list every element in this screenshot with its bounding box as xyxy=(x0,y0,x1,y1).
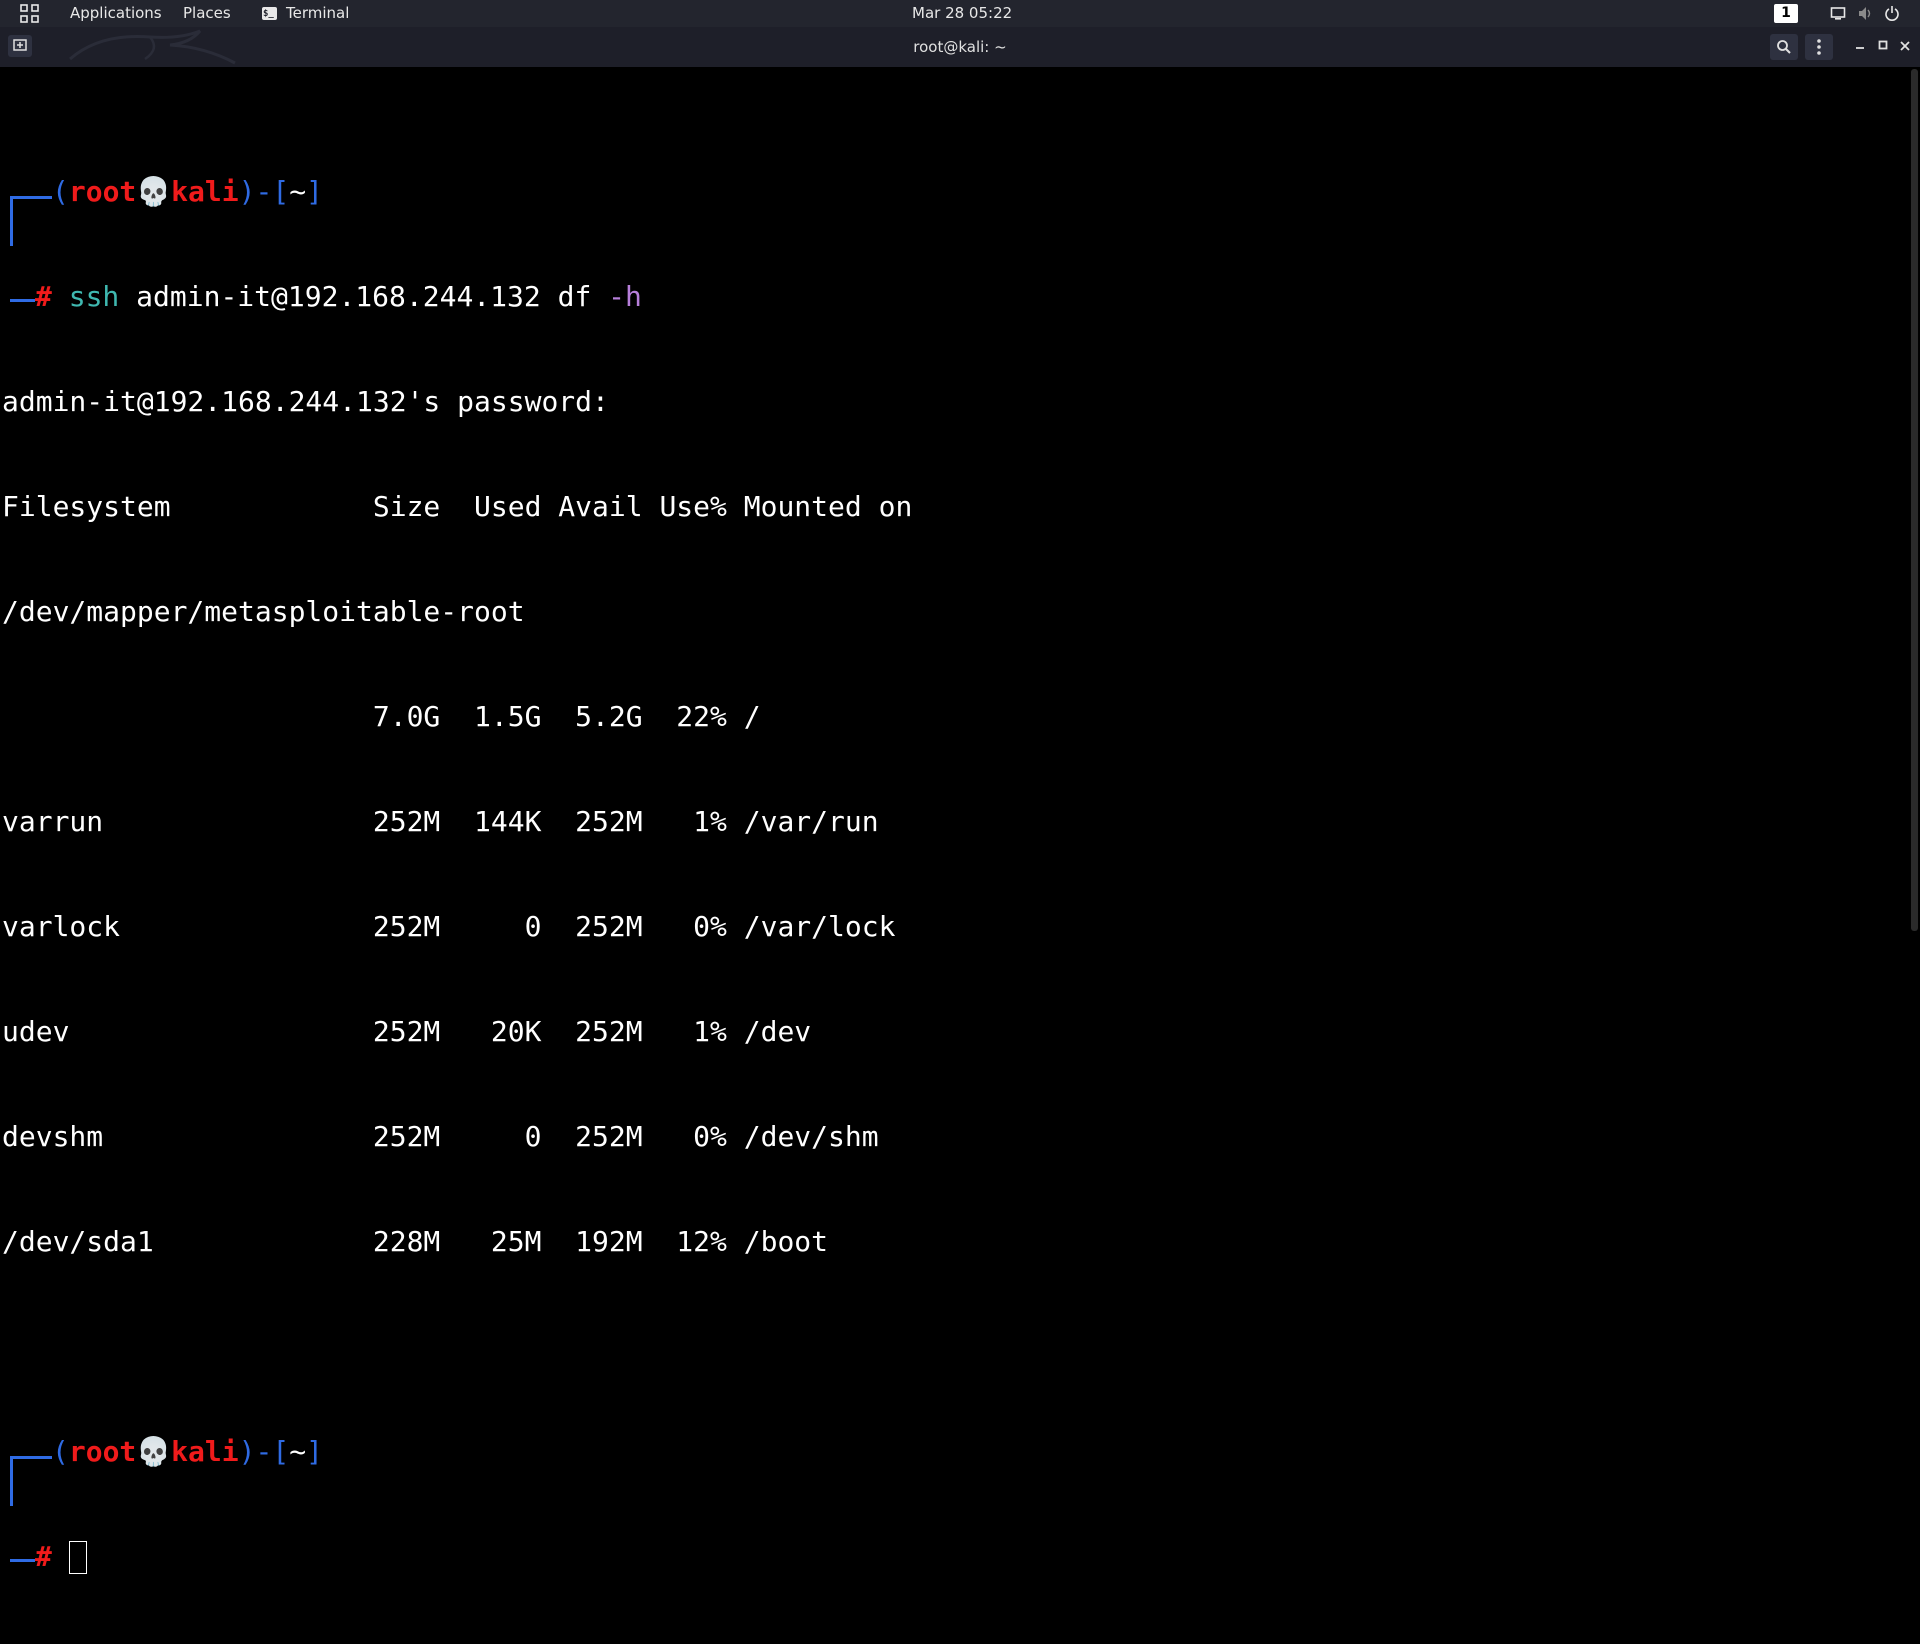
prompt-separator: )-[ xyxy=(238,1435,290,1468)
menu-button[interactable] xyxy=(1805,34,1833,60)
prompt-dir: ~ xyxy=(289,1435,307,1468)
top-panel: Applications Places Terminal Mar 28 05:2… xyxy=(0,0,1920,28)
command-name: ssh xyxy=(68,280,120,313)
prompt-user: root xyxy=(68,1435,137,1468)
df-header-row: Filesystem Size Used Avail Use% Mounted … xyxy=(2,490,913,523)
prompt-host: kali xyxy=(171,175,239,208)
command-args: admin-it@192.168.244.132 df xyxy=(119,280,609,313)
df-row: varrun 252M 144K 252M 1% /var/run xyxy=(2,805,879,838)
df-row: varlock 252M 0 252M 0% /var/lock xyxy=(2,910,896,943)
scrollbar[interactable] xyxy=(1911,69,1918,931)
skull-icon: 💀 xyxy=(136,1435,172,1468)
command-flag: -h xyxy=(608,280,642,313)
df-row: udev 252M 20K 252M 1% /dev xyxy=(2,1015,812,1048)
prompt-separator: )-[ xyxy=(238,175,290,208)
prompt-line-1: (root💀kali)-[~] xyxy=(2,174,912,246)
taskbar-terminal-button[interactable]: Terminal xyxy=(262,0,350,28)
prompt-line-2: (root💀kali)-[~] xyxy=(2,1434,912,1506)
clock[interactable]: Mar 28 05:22 xyxy=(912,0,1012,27)
prompt-hash: # xyxy=(35,1540,52,1573)
search-button[interactable] xyxy=(1770,34,1798,60)
terminal-icon xyxy=(262,1,277,28)
window-titlebar[interactable]: root@kali: ~ xyxy=(0,27,1920,67)
search-icon xyxy=(1777,40,1791,54)
df-row: devshm 252M 0 252M 0% /dev/shm xyxy=(2,1120,879,1153)
terminal-output: (root💀kali)-[~] # ssh admin-it@192.168.2… xyxy=(2,104,912,1644)
display-icon[interactable] xyxy=(1830,0,1846,27)
prompt-dir: ~ xyxy=(289,175,307,208)
df-row: /dev/sda1 228M 25M 192M 12% /boot xyxy=(2,1225,829,1258)
app-grid-icon[interactable] xyxy=(20,4,39,23)
prompt-host: kali xyxy=(171,1435,239,1468)
maximize-icon xyxy=(1878,40,1888,50)
close-icon xyxy=(1900,41,1910,51)
command-line-2: # xyxy=(2,1539,912,1574)
prompt-paren: ( xyxy=(52,175,69,208)
prompt-hash: # xyxy=(35,280,52,313)
taskbar-terminal-label: Terminal xyxy=(286,4,350,22)
prompt-box-corner xyxy=(2,1539,35,1574)
prompt-bracket: ] xyxy=(306,1435,323,1468)
prompt-user: root xyxy=(68,175,137,208)
prompt-paren: ( xyxy=(52,1435,69,1468)
menu-icon xyxy=(1817,39,1821,55)
close-button[interactable] xyxy=(1896,35,1914,57)
applications-menu[interactable]: Applications xyxy=(70,0,162,27)
prompt-box-corner xyxy=(2,1434,52,1506)
maximize-button[interactable] xyxy=(1874,35,1892,57)
power-icon[interactable] xyxy=(1884,0,1900,27)
prompt-bracket: ] xyxy=(306,175,323,208)
volume-icon[interactable] xyxy=(1857,0,1873,27)
terminal-cursor[interactable] xyxy=(68,1541,87,1574)
skull-icon: 💀 xyxy=(136,175,172,208)
output-line: admin-it@192.168.244.132's password: xyxy=(2,385,609,418)
terminal-area[interactable]: (root💀kali)-[~] # ssh admin-it@192.168.2… xyxy=(0,67,1920,1574)
prompt-box-corner xyxy=(2,279,35,314)
places-menu[interactable]: Places xyxy=(183,0,231,27)
workspace-switcher[interactable]: 1 xyxy=(1774,4,1798,23)
minimize-button[interactable] xyxy=(1851,35,1869,57)
df-row: 7.0G 1.5G 5.2G 22% / xyxy=(2,700,761,733)
minimize-icon xyxy=(1856,47,1864,49)
prompt-box-corner xyxy=(2,174,52,246)
command-line-1: # ssh admin-it@192.168.244.132 df -h xyxy=(2,279,912,314)
df-row: /dev/mapper/metasploitable-root xyxy=(2,595,525,628)
window-title: root@kali: ~ xyxy=(913,38,1007,56)
